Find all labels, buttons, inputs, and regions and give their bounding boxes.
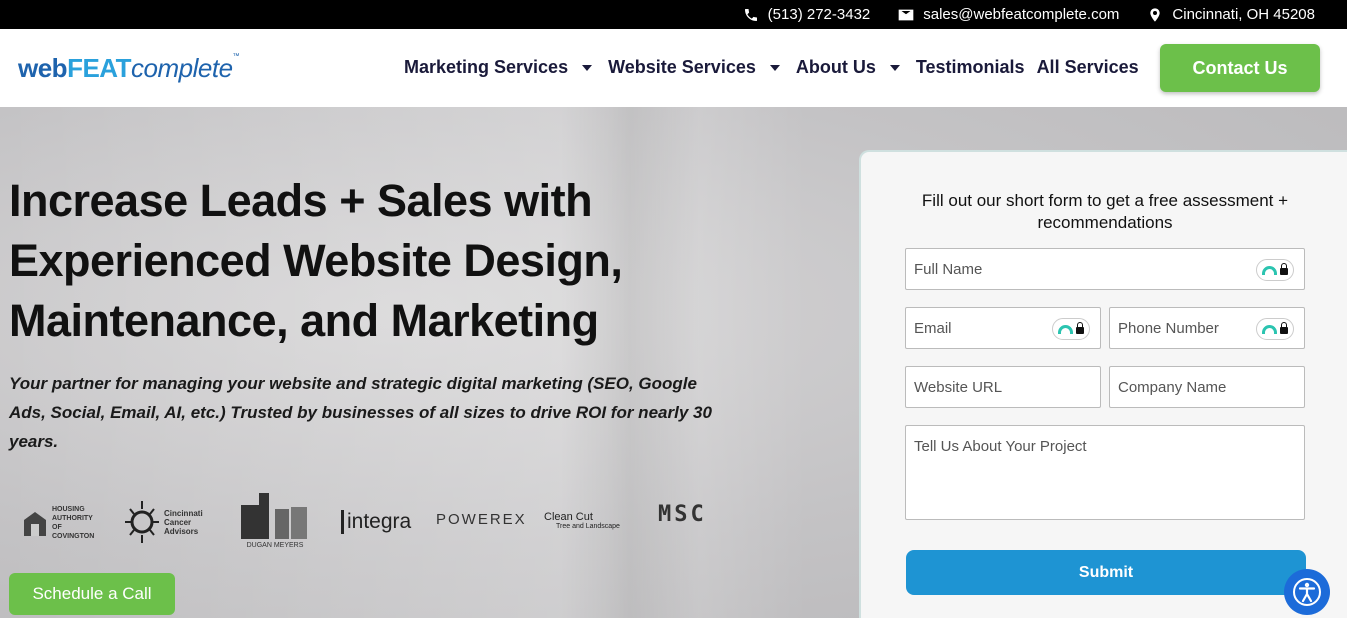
location-text: Cincinnati, OH 45208	[1172, 6, 1315, 23]
chevron-down-icon[interactable]	[582, 64, 593, 71]
logo-dugan-meyers: DUGAN MEYERS	[240, 493, 310, 550]
logo-clean-cut: Clean Cut Tree and Landscape	[544, 511, 620, 531]
headline-line-2: Experienced Website Design,	[9, 235, 623, 286]
phone-placeholder: Phone Number	[1118, 320, 1219, 337]
nav-item-marketing-services[interactable]: Marketing Services	[404, 57, 596, 78]
logo-web: web	[18, 53, 68, 83]
phone-contact[interactable]: (513) 272-3432	[743, 6, 871, 23]
nav-item-label[interactable]: Website Services	[608, 57, 756, 78]
project-textarea[interactable]: Tell Us About Your Project	[905, 425, 1305, 520]
full-name-field[interactable]: Full Name	[905, 248, 1305, 290]
hero-subtext: Your partner for managing your website a…	[9, 374, 712, 451]
password-manager-icon[interactable]	[1256, 318, 1294, 340]
email-placeholder: Email	[914, 320, 952, 337]
full-name-placeholder: Full Name	[914, 261, 983, 278]
project-placeholder: Tell Us About Your Project	[914, 438, 1087, 455]
logo-integra: integra	[341, 510, 411, 534]
hero-headline: Increase Leads + Sales with Experienced …	[9, 171, 769, 351]
nav-item-label[interactable]: About Us	[796, 57, 876, 78]
logo-cca-text: Cincinnati Cancer Advisors	[164, 508, 203, 536]
email-field[interactable]: Email	[905, 307, 1101, 349]
accessibility-button[interactable]	[1284, 569, 1330, 615]
logo-msc: MSC	[658, 502, 707, 527]
website-placeholder: Website URL	[914, 379, 1003, 396]
company-placeholder: Company Name	[1118, 379, 1227, 396]
form-title: Fill out our short form to get a free as…	[921, 191, 1289, 232]
chevron-down-icon[interactable]	[769, 64, 780, 71]
email-contact[interactable]: sales@webfeatcomplete.com	[898, 6, 1119, 23]
contact-us-button[interactable]: Contact Us	[1160, 44, 1320, 92]
logo-clean-cut-name: Clean Cut	[544, 511, 593, 523]
building-icon	[24, 512, 46, 536]
email-address[interactable]: sales@webfeatcomplete.com	[923, 6, 1119, 23]
phone-number[interactable]: (513) 272-3432	[768, 6, 871, 23]
chevron-down-icon[interactable]	[889, 64, 900, 71]
nav-item-label[interactable]: All Services	[1037, 57, 1139, 78]
schedule-call-button[interactable]: Schedule a Call	[9, 573, 175, 615]
headline-line-3: Maintenance, and Marketing	[9, 295, 599, 346]
phone-number-field[interactable]: Phone Number	[1109, 307, 1305, 349]
map-pin-icon	[1150, 7, 1161, 22]
nav-item-website-services[interactable]: Website Services	[608, 57, 784, 78]
dugan-meyers-mark	[241, 493, 307, 539]
logo-dm-text: DUGAN MEYERS	[246, 542, 304, 549]
website-url-field[interactable]: Website URL	[905, 366, 1101, 408]
company-name-field[interactable]: Company Name	[1109, 366, 1305, 408]
password-manager-icon[interactable]	[1256, 259, 1294, 281]
phone-icon	[744, 8, 757, 21]
hero-section: Increase Leads + Sales with Experienced …	[0, 107, 1347, 618]
headline-line-1: Increase Leads + Sales with	[9, 175, 593, 226]
logo-clean-cut-tagline: Tree and Landscape	[556, 523, 620, 530]
nav-item-label[interactable]: Testimonials	[916, 57, 1025, 78]
nav-item-testimonials[interactable]: Testimonials	[916, 57, 1025, 78]
location-contact: Cincinnati, OH 45208	[1147, 6, 1315, 23]
logo-powerex: POWEREX	[436, 511, 527, 528]
logo-cincinnati-cancer-advisors: Cincinnati Cancer Advisors	[123, 497, 222, 547]
site-logo[interactable]: webFEATcomplete™	[18, 53, 239, 84]
logo-feat: FEAT	[67, 53, 132, 83]
envelope-icon	[898, 9, 914, 20]
nav-item-label[interactable]: Marketing Services	[404, 57, 568, 78]
logo-complete: complete	[131, 53, 233, 83]
logo-housing-text: HOUSING AUTHORITY OF COVINGTON	[52, 506, 95, 540]
main-navigation: webFEATcomplete™ Marketing Services Webs…	[0, 29, 1347, 107]
top-contact-bar: (513) 272-3432 sales@webfeatcomplete.com…	[0, 0, 1347, 29]
submit-button[interactable]: Submit	[906, 550, 1306, 595]
logo-housing-authority: HOUSING AUTHORITY OF COVINGTON	[22, 505, 104, 541]
password-manager-icon[interactable]	[1052, 318, 1090, 340]
sunburst-icon	[125, 501, 159, 543]
logo-tm: ™	[232, 53, 240, 60]
nav-item-all-services[interactable]: All Services	[1037, 57, 1139, 78]
accessibility-icon	[1293, 578, 1321, 606]
assessment-form: Fill out our short form to get a free as…	[859, 150, 1347, 618]
nav-menu: Marketing Services Website Services Abou…	[404, 57, 1151, 78]
nav-item-about-us[interactable]: About Us	[796, 57, 904, 78]
